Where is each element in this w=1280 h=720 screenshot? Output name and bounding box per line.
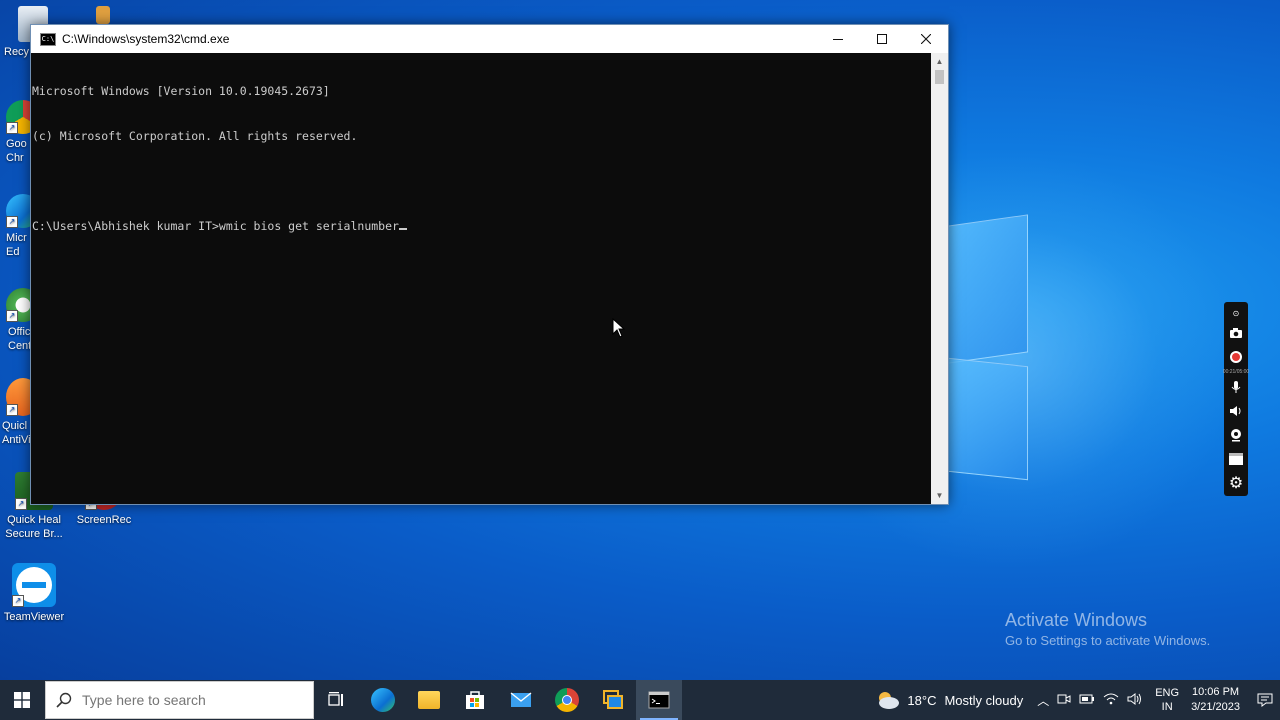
taskbar-edge[interactable] <box>360 680 406 720</box>
maximize-button[interactable] <box>860 25 904 53</box>
mail-icon <box>510 692 532 707</box>
shortcut-arrow-icon: ↗ <box>6 216 18 228</box>
webcam-icon[interactable] <box>1227 426 1245 444</box>
desktop-icon-label: ScreenRec <box>76 514 132 526</box>
installer-icon[interactable] <box>96 6 110 24</box>
wifi-icon[interactable] <box>1103 693 1119 708</box>
console-command-line[interactable]: C:\Users\Abhishek kumar IT>wmic bios get… <box>32 219 932 234</box>
desktop-icon-teamviewer[interactable]: ↗ TeamViewer <box>0 563 71 624</box>
record-icon[interactable] <box>1227 348 1245 366</box>
window-controls <box>816 25 948 53</box>
remote-app-icon <box>603 690 623 709</box>
shortcut-arrow-icon: ↗ <box>12 595 24 607</box>
watermark-title: Activate Windows <box>1005 610 1148 630</box>
teamviewer-icon: ↗ <box>12 563 56 607</box>
close-button[interactable] <box>904 25 948 53</box>
text-cursor <box>398 228 407 230</box>
watermark-subtitle: Go to Settings to activate Windows. <box>1005 633 1211 648</box>
weather-temp: 18°C <box>907 692 937 708</box>
pin-icon[interactable]: ⊙ <box>1227 308 1245 318</box>
vertical-scrollbar[interactable]: ▲ ▼ <box>931 53 948 504</box>
taskbar-remote-app[interactable] <box>590 680 636 720</box>
task-view-icon <box>328 692 343 706</box>
shortcut-arrow-icon: ↗ <box>6 122 18 134</box>
scroll-down-arrow-icon[interactable]: ▼ <box>931 487 948 504</box>
window-title: C:\Windows\system32\cmd.exe <box>62 32 230 46</box>
start-button[interactable] <box>0 680 44 720</box>
console-line: (c) Microsoft Corporation. All rights re… <box>32 129 358 143</box>
scroll-up-arrow-icon[interactable]: ▲ <box>931 53 948 70</box>
meet-now-icon[interactable] <box>1057 693 1071 708</box>
command-prompt-icon <box>648 691 670 709</box>
edge-icon <box>371 688 395 712</box>
chevron-up-icon[interactable]: ︿ <box>1037 692 1049 709</box>
camera-icon[interactable] <box>1227 324 1245 342</box>
minimize-button[interactable] <box>816 25 860 53</box>
desktop-icon-label: Quick Heal Secure Br... <box>5 514 63 540</box>
shortcut-arrow-icon: ↗ <box>15 498 27 510</box>
taskbar-search-box[interactable] <box>45 681 314 719</box>
weather-widget[interactable]: 18°C Mostly cloudy <box>875 690 1023 710</box>
console-prompt-command: C:\Users\Abhishek kumar IT>wmic bios get… <box>32 219 399 233</box>
search-input[interactable] <box>80 691 304 709</box>
clock-date: 3/21/2023 <box>1191 701 1240 713</box>
console-line: Microsoft Windows [Version 10.0.19045.26… <box>32 84 330 98</box>
window-capture-icon[interactable] <box>1227 450 1245 468</box>
weather-condition: Mostly cloudy <box>944 692 1024 708</box>
window-titlebar[interactable]: C:\ C:\Windows\system32\cmd.exe <box>31 25 948 53</box>
cmd-app-icon: C:\ <box>40 32 56 46</box>
desktop-icon-label: Micr Ed <box>6 232 27 258</box>
console-output[interactable]: Microsoft Windows [Version 10.0.19045.26… <box>31 53 932 505</box>
windows-logo-pane-tl <box>948 214 1028 364</box>
scrollbar-thumb[interactable] <box>935 70 944 84</box>
desktop-icon-label: Quicl AntiVi <box>2 420 31 446</box>
taskbar-command-prompt[interactable] <box>636 680 682 720</box>
shortcut-arrow-icon: ↗ <box>6 404 18 416</box>
language-indicator[interactable]: ENG IN <box>1155 686 1179 714</box>
taskbar-google-chrome[interactable] <box>544 680 590 720</box>
windows-logo-pane-bl <box>948 357 1028 481</box>
settings-gear-icon[interactable]: ⚙ <box>1227 474 1245 492</box>
microphone-icon[interactable] <box>1227 378 1245 396</box>
screen-recorder-panel: ⊙ 00:21/05:00 ⚙ <box>1222 302 1250 496</box>
shortcut-arrow-icon: ↗ <box>6 310 18 322</box>
taskbar-microsoft-store[interactable] <box>452 680 498 720</box>
cmd-window: C:\ C:\Windows\system32\cmd.exe Microsof… <box>30 24 949 505</box>
store-icon <box>466 691 484 709</box>
speaker-icon[interactable] <box>1227 402 1245 420</box>
clock-time: 10:06 PM <box>1191 686 1240 698</box>
search-icon <box>56 692 72 708</box>
language-code: ENG <box>1155 687 1180 699</box>
windows-start-icon <box>14 692 30 708</box>
taskbar-file-explorer[interactable] <box>406 680 452 720</box>
chrome-icon <box>555 688 579 712</box>
cloudy-weather-icon <box>879 692 900 709</box>
system-tray: 18°C Mostly cloudy ︿ ENG IN 10:06 PM 3/2… <box>875 680 1280 720</box>
region-code: IN <box>1161 701 1173 713</box>
record-timer: 00:21/05:00 <box>1222 369 1250 375</box>
notification-icon <box>1257 693 1273 707</box>
taskbar-clock[interactable]: 10:06 PM 3/21/2023 <box>1191 685 1240 715</box>
desktop-icon-label: TeamViewer <box>3 611 65 623</box>
taskbar: 18°C Mostly cloudy ︿ ENG IN 10:06 PM 3/2… <box>0 680 1280 720</box>
desktop-icon-label: Goo Chr <box>6 138 27 164</box>
folder-icon <box>418 691 440 709</box>
notification-center-button[interactable] <box>1250 680 1280 720</box>
task-view-button[interactable] <box>314 680 360 720</box>
volume-icon[interactable] <box>1127 692 1143 708</box>
taskbar-mail[interactable] <box>498 680 544 720</box>
activate-windows-watermark: Activate Windows Go to Settings to activ… <box>1005 610 1210 648</box>
battery-icon[interactable] <box>1079 693 1095 707</box>
mouse-pointer-icon <box>612 318 626 338</box>
